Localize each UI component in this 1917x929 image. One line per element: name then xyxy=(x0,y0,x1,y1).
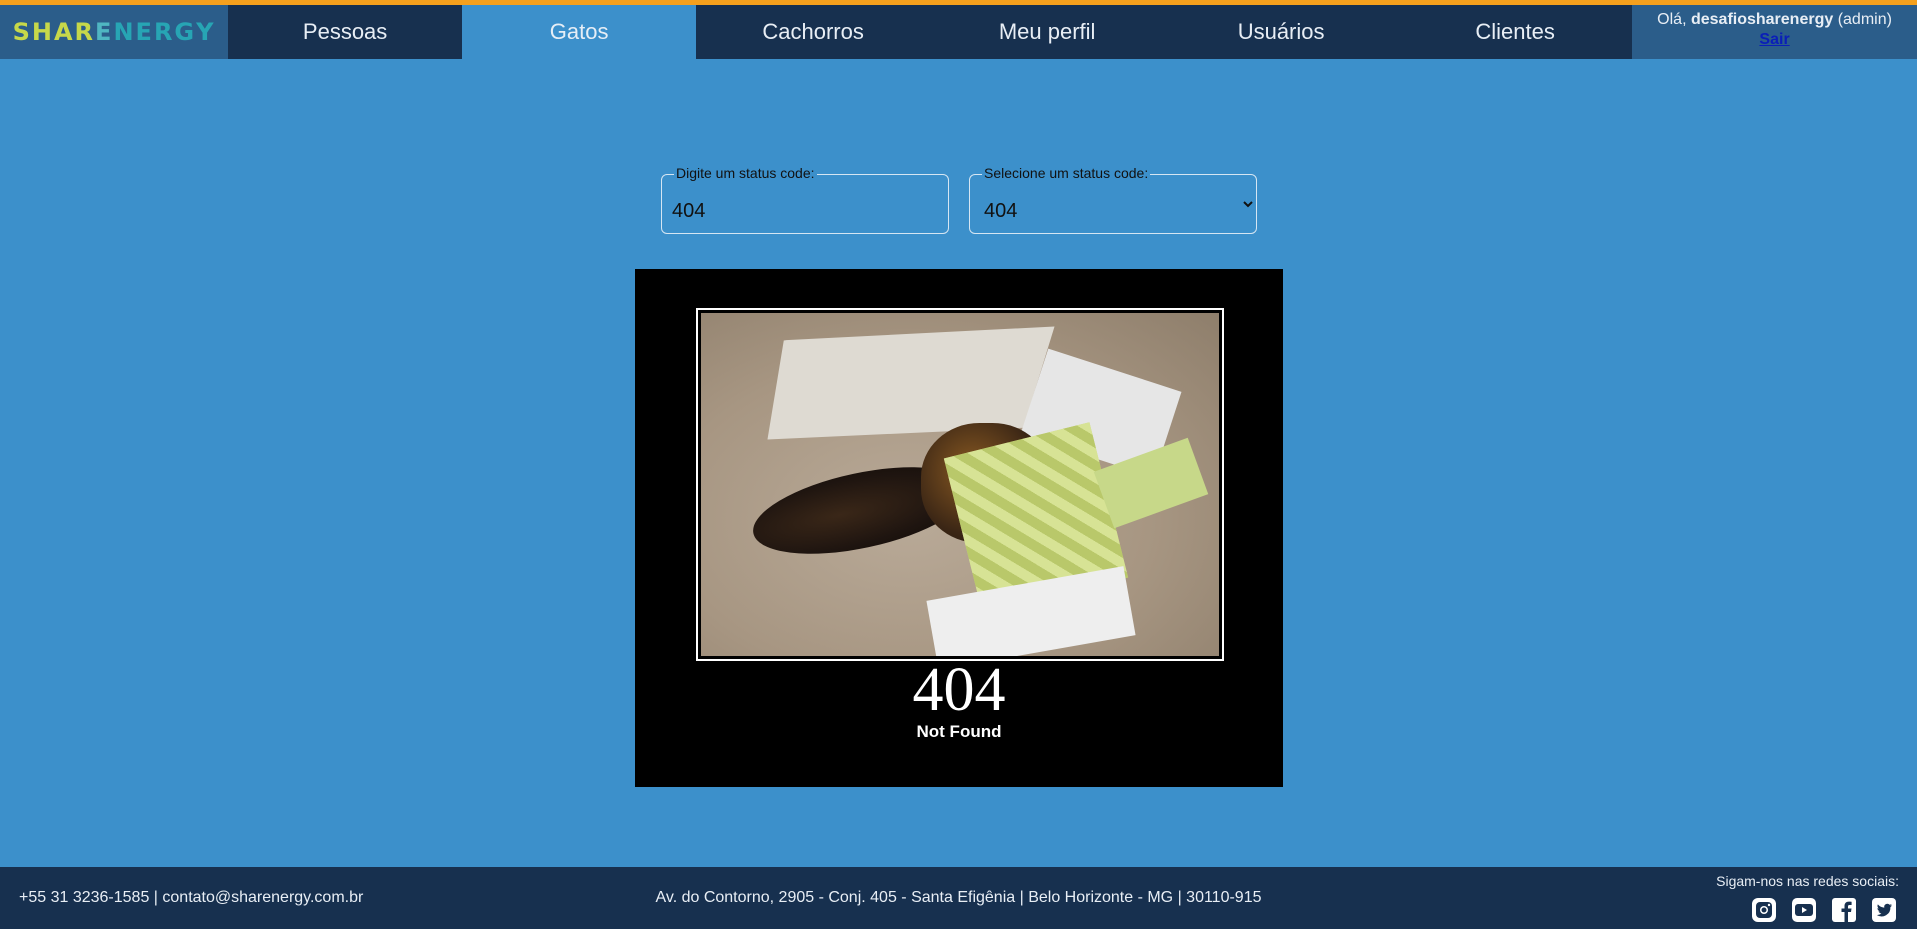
cat-under-paper-photo xyxy=(701,313,1219,656)
username: desafiosharenergy xyxy=(1690,11,1834,28)
sharenergy-logo[interactable]: SHARENERGY xyxy=(0,5,229,59)
logo-letter: N xyxy=(113,18,136,46)
logout-link[interactable]: Sair xyxy=(1759,31,1789,49)
greeting-text: Olá, xyxy=(1657,11,1687,28)
social-icons xyxy=(1716,897,1897,923)
logo-letter: G xyxy=(174,18,197,46)
top-navbar: SHARENERGY Pessoas Gatos Cachorros Meu p… xyxy=(0,5,1917,59)
user-greeting: Olá, desafiosharenergy (admin) xyxy=(1657,11,1892,29)
nav-item-meu-perfil[interactable]: Meu perfil xyxy=(930,5,1164,59)
logo-letter: E xyxy=(135,18,154,46)
nav-item-cachorros[interactable]: Cachorros xyxy=(696,5,930,59)
footer-address: Av. do Contorno, 2905 - Conj. 405 - Sant… xyxy=(655,889,1262,906)
user-greeting-box: Olá, desafiosharenergy (admin) Sair xyxy=(1632,5,1917,59)
nav-item-gatos[interactable]: Gatos xyxy=(462,5,697,59)
instagram-icon[interactable] xyxy=(1751,897,1777,923)
status-code-select[interactable]: 404 xyxy=(970,175,1256,233)
social-title: Sigam-nos nas redes sociais: xyxy=(1716,873,1899,889)
status-code-input[interactable] xyxy=(662,175,948,233)
logo-letter: S xyxy=(12,18,32,46)
status-code-text: Not Found xyxy=(916,722,1002,741)
logo-letter: H xyxy=(31,18,54,46)
status-code-select-field: Selecione um status code: 404 xyxy=(969,165,1257,234)
nav-item-usuarios[interactable]: Usuários xyxy=(1164,5,1398,59)
nav-item-pessoas[interactable]: Pessoas xyxy=(228,5,462,59)
footer: +55 31 3236-1585 | contato@sharenergy.co… xyxy=(0,867,1917,929)
status-code-input-field: Digite um status code: xyxy=(661,165,949,234)
logo-letter: Y xyxy=(196,18,216,46)
logo-letter: E xyxy=(95,18,114,46)
youtube-icon[interactable] xyxy=(1791,897,1817,923)
http-cat-poster: 404 Not Found xyxy=(635,269,1283,787)
photo-frame xyxy=(696,308,1224,661)
social-box: Sigam-nos nas redes sociais: xyxy=(1716,873,1899,923)
logo-letter: R xyxy=(74,18,96,46)
main-nav: Pessoas Gatos Cachorros Meu perfil Usuár… xyxy=(228,5,1632,59)
nav-item-clientes[interactable]: Clientes xyxy=(1398,5,1632,59)
twitter-icon[interactable] xyxy=(1871,897,1897,923)
logo-letter: A xyxy=(53,18,75,46)
logo-letter: R xyxy=(153,18,175,46)
status-code-number: 404 xyxy=(912,656,1006,724)
user-role: (admin) xyxy=(1837,11,1892,28)
facebook-icon[interactable] xyxy=(1831,897,1857,923)
